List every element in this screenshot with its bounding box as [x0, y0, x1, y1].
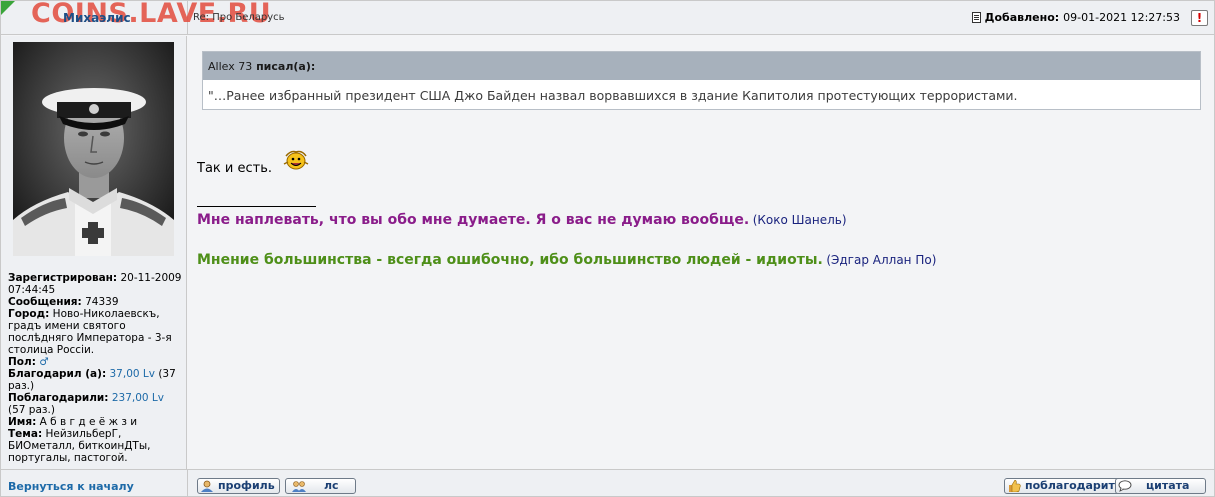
- post-date: Добавлено: 09-01-2021 12:27:53: [971, 11, 1180, 24]
- signature-quote-2: Мнение большинства - всегда ошибочно, иб…: [197, 252, 936, 268]
- user-thanked-by: Поблагодарили: 237,00 Lv (57 раз.): [8, 392, 164, 416]
- quote-header: Allex 73 писал(а):: [203, 52, 1200, 80]
- speech-bubble-icon: [1118, 480, 1132, 492]
- quote-text: "…Ранее избранный президент США Джо Байд…: [208, 88, 1018, 103]
- quote-button[interactable]: цитата: [1115, 478, 1206, 494]
- signature-quote-2-text: Мнение большинства - всегда ошибочно, иб…: [197, 252, 823, 268]
- report-button[interactable]: !: [1191, 10, 1208, 26]
- post-author[interactable]: Михаэлис: [63, 11, 131, 25]
- post-body: Allex 73 писал(а): "…Ранее избранный пре…: [188, 36, 1214, 469]
- signature-quote-1: Мне наплевать, что вы обо мне думаете. Я…: [197, 212, 847, 228]
- forum-post: COINS.LAVE.RU Михаэлис Re: Про Беларусь …: [0, 0, 1215, 497]
- signature-quote-1-author: (Коко Шанель): [752, 213, 847, 227]
- signature-quote-2-author: (Эдгар Аллан По): [826, 253, 937, 267]
- male-icon: ♂: [39, 356, 49, 368]
- user-gender: Пол: ♂: [8, 356, 49, 368]
- post-header: COINS.LAVE.RU Михаэлис Re: Про Беларусь …: [1, 0, 1214, 35]
- added-label: Добавлено:: [984, 11, 1060, 24]
- thanked-by-link[interactable]: 237,00 Lv: [112, 392, 164, 404]
- users-icon: [292, 481, 306, 492]
- post-subject: Re: Про Беларусь: [193, 12, 285, 23]
- back-to-top-link[interactable]: Вернуться к началу: [8, 480, 134, 493]
- thanked-link[interactable]: 37,00 Lv: [110, 368, 155, 380]
- smiley-icon: [283, 150, 309, 170]
- post-text: Так и есть.: [197, 150, 310, 176]
- user-info: Зарегистрирован: 20-11-2009 07:44:45 Соо…: [8, 272, 184, 464]
- post-footer: Вернуться к началу профиль лс поблагодар: [1, 469, 1214, 497]
- profile-button[interactable]: профиль: [197, 478, 280, 494]
- signature-divider: [197, 206, 316, 207]
- avatar: [13, 42, 174, 256]
- user-registered: Зарегистрирован: 20-11-2009 07:44:45: [8, 272, 182, 296]
- profile-icon: [201, 480, 213, 492]
- user-name: Имя: А б в г д е ё ж з и: [8, 416, 138, 428]
- added-date: 09-01-2021 12:27:53: [1063, 11, 1180, 24]
- post-text-content: Так и есть.: [197, 161, 272, 176]
- user-topic: Тема: НейзильберГ, БИОметалл, биткоинДТы…: [8, 428, 151, 464]
- pm-button[interactable]: лс: [285, 478, 356, 494]
- user-posts: Сообщения: 74339: [8, 296, 119, 308]
- quote-suffix: писал(а):: [256, 60, 316, 73]
- thank-button[interactable]: поблагодарить: [1004, 478, 1127, 494]
- user-thanked: Благодарил (а): 37,00 Lv (37 раз.): [8, 368, 176, 392]
- user-city: Город: Ново-Николаевскъ, градъ имени свя…: [8, 308, 172, 356]
- quote-block: Allex 73 писал(а): "…Ранее избранный пре…: [202, 51, 1201, 110]
- quote-author: Allex 73: [208, 60, 253, 73]
- user-panel: Зарегистрирован: 20-11-2009 07:44:45 Соо…: [1, 36, 187, 469]
- signature-quote-1-text: Мне наплевать, что вы обо мне думаете. Я…: [197, 212, 750, 228]
- thumbs-up-icon: [1009, 480, 1021, 492]
- post-document-icon[interactable]: [971, 12, 981, 23]
- footer-divider: [187, 470, 188, 497]
- new-post-corner-icon: [1, 1, 15, 15]
